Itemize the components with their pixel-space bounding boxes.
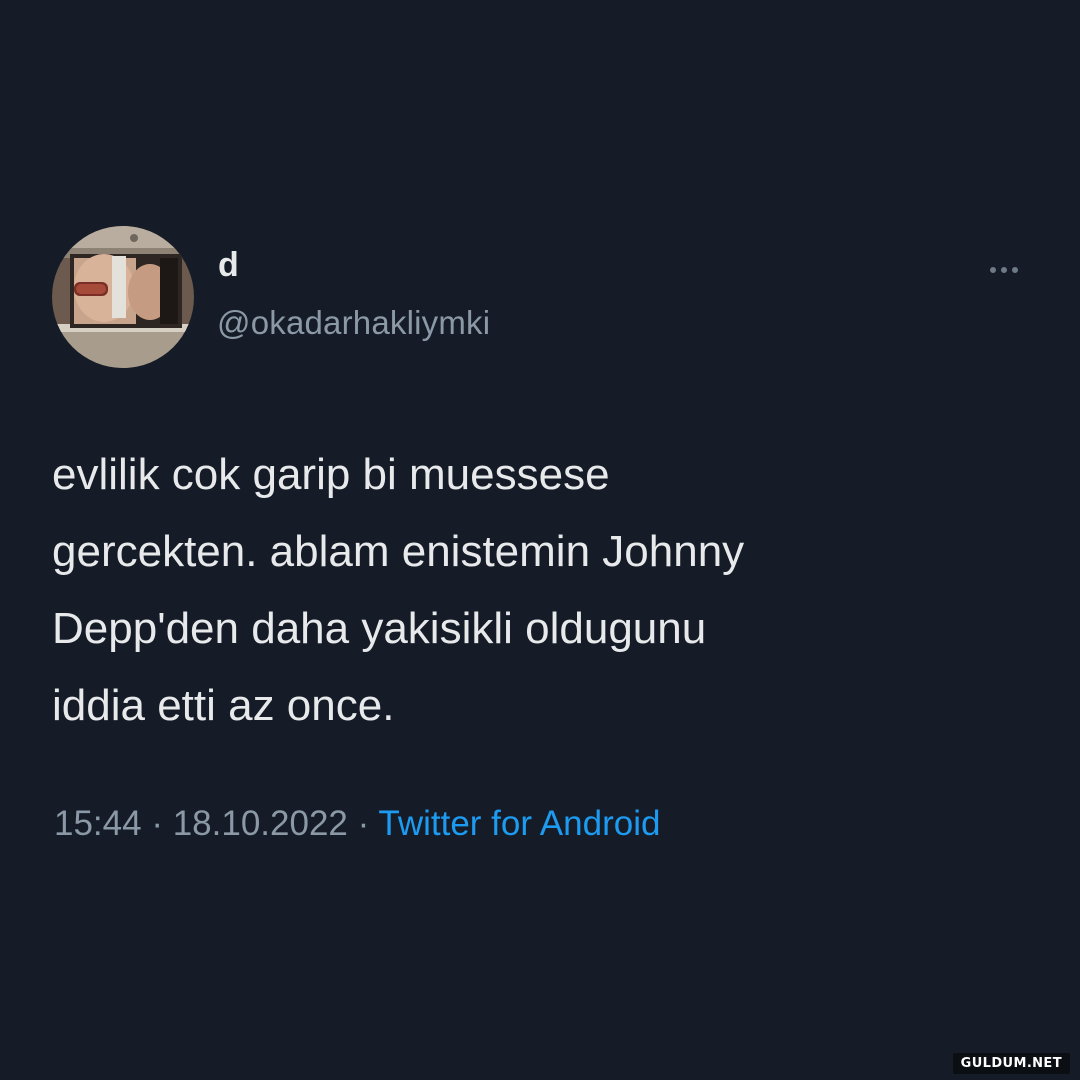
- tweet-text-line: iddia etti az once.: [52, 681, 395, 730]
- avatar-photo: [52, 226, 194, 368]
- watermark: GULDUM.NET: [952, 1053, 1070, 1074]
- avatar[interactable]: [52, 226, 194, 368]
- tweet-date[interactable]: 18.10.2022: [173, 804, 348, 843]
- tweet-source-link[interactable]: Twitter for Android: [378, 804, 660, 843]
- display-name[interactable]: d: [218, 248, 239, 282]
- tweet-time[interactable]: 15:44: [54, 804, 142, 843]
- tweet-text-line: gercekten. ablam enistemin Johnny: [52, 527, 745, 576]
- tweet-text-line: Depp'den daha yakisikli oldugunu: [52, 604, 707, 653]
- tweet-text-line: evlilik cok garip bi muessese: [52, 450, 610, 499]
- meta-separator: ·: [151, 804, 163, 843]
- tweet-screenshot: d @okadarhakliymki evlilik cok garip bi …: [0, 0, 1080, 1080]
- more-horizontal-icon: [990, 267, 1018, 273]
- tweet-metadata: 15:44 · 18.10.2022 · Twitter for Android: [54, 802, 660, 846]
- meta-separator: ·: [357, 804, 370, 843]
- tweet-text: evlilik cok garip bi muessese gercekten.…: [52, 436, 1012, 744]
- user-handle[interactable]: @okadarhakliymki: [217, 306, 490, 339]
- more-options-button[interactable]: [980, 256, 1028, 284]
